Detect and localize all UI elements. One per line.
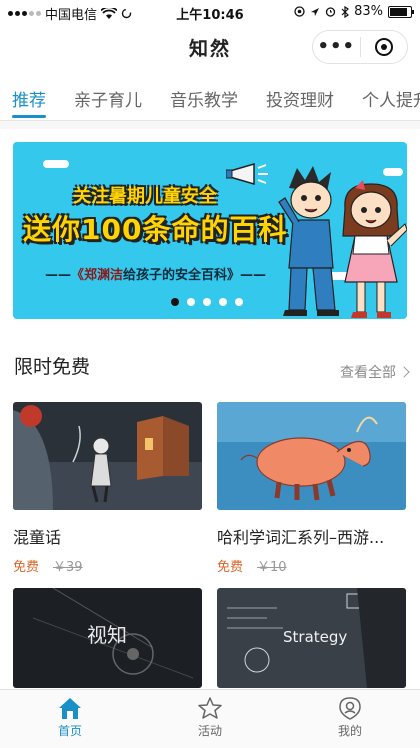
course-card[interactable]: 混童话 免费 ￥39	[13, 402, 202, 575]
profile-icon	[339, 697, 361, 720]
video-cover-illustration: 视知	[13, 588, 202, 688]
tab-parenting[interactable]: 亲子育儿	[74, 78, 142, 118]
tab-finance[interactable]: 投资理财	[266, 78, 334, 118]
price-row: 免费 ￥10	[217, 556, 406, 575]
home-icon	[59, 698, 81, 719]
storybook-illustration	[13, 402, 202, 510]
carousel-dot[interactable]	[219, 298, 227, 306]
bottom-tab-bar: 首页 活动 我的	[0, 689, 420, 748]
original-price: ￥10	[257, 560, 287, 575]
banner-caption-author: 《郑渊洁	[71, 268, 124, 283]
alarm-icon	[325, 7, 336, 17]
cloud-decoration	[383, 168, 403, 176]
course-thumbnail	[13, 402, 202, 510]
location-icon	[311, 7, 320, 16]
tab-mine[interactable]: 我的	[280, 690, 420, 748]
tab-home-label: 首页	[57, 724, 82, 738]
carousel-indicators	[171, 298, 243, 306]
category-tabs: 推荐亲子育儿音乐教学投资理财个人提升	[0, 78, 420, 121]
thumb-caption: 视知	[87, 623, 127, 647]
section-title: 限时免费	[14, 356, 91, 378]
promo-banner[interactable]: 关注暑期儿童安全 送你100条命的百科 ——《郑渊洁给孩子的安全百科》——	[13, 142, 407, 319]
banner-slogan: 送你100条命的百科	[23, 213, 288, 246]
status-bar: 中国电信 上午10:46 83%	[0, 0, 420, 24]
mini-program-capsule: •••	[312, 30, 408, 64]
original-price: ￥39	[53, 560, 83, 575]
nav-bar: 知然 •••	[0, 24, 420, 70]
battery-percent: 83%	[354, 4, 383, 19]
banner-caption: ——《郑渊洁给孩子的安全百科》——	[45, 268, 267, 283]
course-card[interactable]: Strategy	[217, 588, 406, 688]
banner-caption-book: 给孩子的安全百科》	[123, 268, 241, 283]
chevron-right-icon	[398, 366, 410, 378]
carousel-dot[interactable]	[171, 298, 179, 306]
target-close-icon	[374, 38, 393, 56]
tab-self-improvement[interactable]: 个人提升	[362, 78, 420, 118]
tab-music[interactable]: 音乐教学	[170, 78, 238, 118]
strategy-cover-illustration: Strategy	[217, 588, 406, 688]
free-badge: 免费	[217, 560, 244, 575]
free-badge: 免费	[13, 560, 40, 575]
battery-icon	[388, 5, 414, 18]
price-row: 免费 ￥39	[13, 556, 202, 575]
star-icon	[198, 697, 222, 719]
course-card[interactable]: 视知	[13, 588, 202, 688]
course-thumbnail: Strategy	[217, 588, 406, 688]
course-thumbnail	[217, 402, 406, 510]
cloud-decoration	[43, 160, 69, 168]
tab-activity[interactable]: 活动	[140, 690, 280, 748]
course-title: 哈利学词汇系列–西游...	[217, 528, 385, 547]
more-dots-icon[interactable]: •••	[313, 32, 360, 62]
megaphone-icon	[226, 163, 268, 185]
tab-activity-label: 活动	[197, 724, 222, 738]
see-all-label: 查看全部	[340, 365, 396, 381]
at-icon	[294, 6, 305, 17]
bluetooth-icon	[341, 5, 350, 18]
course-thumbnail: 视知	[13, 588, 202, 688]
tab-home[interactable]: 首页	[0, 690, 140, 748]
carousel-dot[interactable]	[187, 298, 195, 306]
course-card[interactable]: 哈利学词汇系列–西游... 免费 ￥10	[217, 402, 406, 575]
tab-recommend[interactable]: 推荐	[12, 78, 46, 118]
thumb-caption: Strategy	[283, 628, 347, 646]
tab-mine-label: 我的	[337, 724, 362, 738]
see-all-link[interactable]: 查看全部	[340, 362, 410, 382]
carousel-dot[interactable]	[203, 298, 211, 306]
cartoon-girl-illustration	[342, 180, 407, 318]
elephant-illustration	[217, 402, 406, 510]
section-divider	[0, 121, 420, 129]
banner-headline: 关注暑期儿童安全	[73, 186, 217, 207]
course-title: 混童话	[13, 528, 62, 547]
status-right: 83%	[294, 4, 414, 19]
carousel-dot[interactable]	[235, 298, 243, 306]
close-button[interactable]	[361, 38, 408, 56]
